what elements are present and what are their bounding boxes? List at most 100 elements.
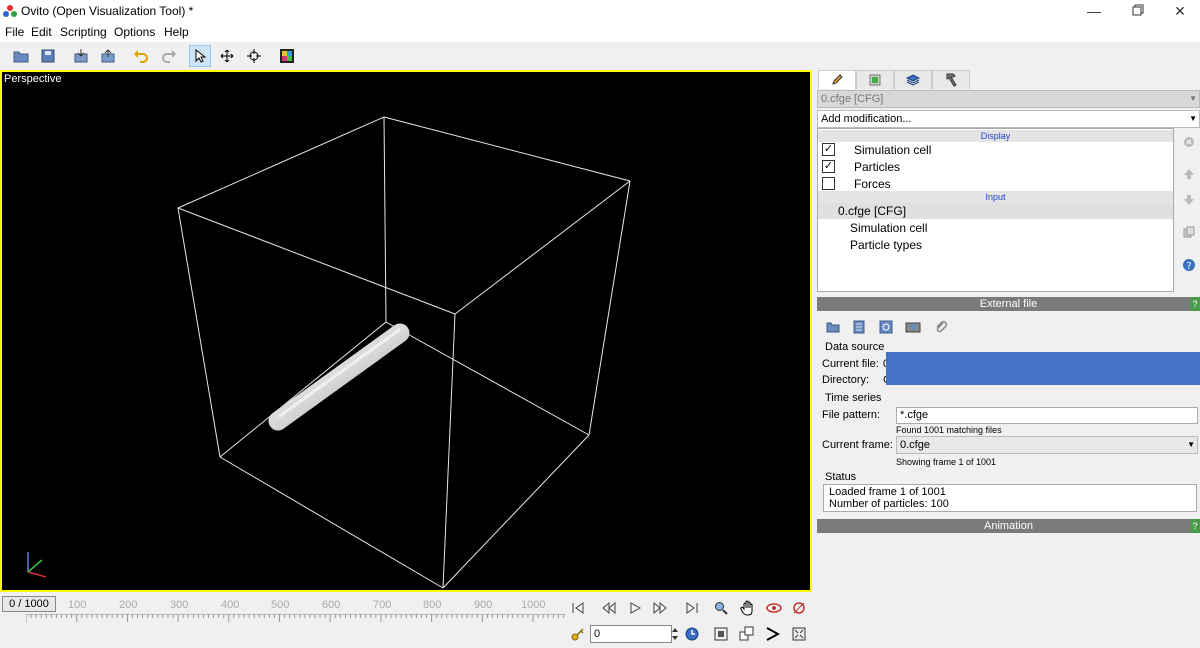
frame-indicator[interactable]: 0 / 1000 [2, 596, 56, 612]
save-button[interactable] [37, 45, 59, 67]
add-modification-dropdown[interactable]: Add modification... ▼ [817, 110, 1200, 128]
crosshair-icon [247, 49, 261, 63]
zoom-button[interactable] [711, 598, 731, 618]
directory-label: Directory: [822, 374, 870, 386]
make-independent-button[interactable] [1180, 223, 1198, 241]
menu-scripting[interactable]: Scripting [60, 25, 107, 39]
rollout-help-button[interactable]: ? [1190, 297, 1200, 311]
orbit-button[interactable] [764, 598, 784, 618]
menu-options[interactable]: Options [114, 25, 155, 39]
current-file-label: Current file: [822, 358, 879, 370]
restore-icon [1132, 4, 1144, 16]
perspective-viewport[interactable]: Perspective [0, 70, 812, 592]
move-mode-button[interactable] [216, 45, 238, 67]
pencil-icon [832, 74, 843, 85]
pipeline-item-simulation-cell[interactable]: Simulation cell [850, 221, 927, 235]
menu-help[interactable]: Help [164, 25, 189, 39]
found-files-text: Found 1001 matching files [896, 425, 1002, 435]
import-icon [74, 49, 88, 63]
redo-button[interactable] [158, 45, 180, 67]
magnifier-icon [715, 602, 728, 615]
simulation-cell-checkbox[interactable]: ✓ [822, 143, 835, 156]
reload-icon [879, 320, 893, 334]
help-button[interactable]: ? [1180, 256, 1198, 274]
hammer-icon [946, 73, 957, 87]
prev-frame-button[interactable] [599, 598, 619, 618]
timeline-tick-label: 800 [423, 599, 442, 611]
pick-remote-file-button[interactable] [848, 316, 870, 338]
menu-file[interactable]: File [5, 25, 24, 39]
pipeline-item-particle-types[interactable]: Particle types [850, 238, 922, 252]
file-pattern-input[interactable]: *.cfge [896, 407, 1198, 424]
status-line-loaded: Loaded frame 1 of 1001 [829, 486, 946, 498]
scan-icon [905, 322, 921, 333]
animation-rollout-header[interactable]: Animation ? [817, 519, 1200, 533]
goto-end-button[interactable] [682, 598, 702, 618]
export-icon [101, 49, 115, 63]
particle-rod [268, 323, 410, 431]
delete-modifier-button[interactable] [1180, 133, 1198, 151]
export-button[interactable] [97, 45, 119, 67]
current-frame-label: Current frame: [822, 439, 893, 451]
frame-spinner-input[interactable]: 0 [590, 625, 672, 643]
open-file-button[interactable] [10, 45, 32, 67]
pick-orbit-center-button[interactable] [789, 598, 809, 618]
redo-icon [162, 50, 176, 63]
folder-open-icon [13, 51, 29, 63]
attach-button[interactable] [930, 316, 952, 338]
folder-icon [826, 322, 840, 333]
animation-settings-button[interactable] [682, 624, 702, 644]
rollout-help-button[interactable]: ? [1190, 519, 1200, 533]
render-button[interactable] [276, 45, 298, 67]
pick-mode-button[interactable] [243, 45, 265, 67]
goto-start-button[interactable] [568, 598, 588, 618]
menu-edit[interactable]: Edit [31, 25, 52, 39]
minimize-button[interactable]: — [1072, 0, 1116, 22]
undo-button[interactable] [130, 45, 152, 67]
tab-modify[interactable] [818, 70, 856, 89]
auto-key-button[interactable] [568, 624, 588, 644]
timeline-tick-label: 700 [373, 599, 392, 611]
play-button[interactable] [625, 598, 645, 618]
fov-button[interactable] [763, 624, 783, 644]
maximize-viewport-button[interactable] [789, 624, 809, 644]
play-icon [630, 602, 641, 614]
pipeline-item-forces-display[interactable]: Forces [854, 177, 891, 191]
import-button[interactable] [70, 45, 92, 67]
tab-render[interactable] [856, 70, 894, 89]
reload-button[interactable] [875, 316, 897, 338]
restore-button[interactable] [1116, 0, 1160, 22]
data-source-group-label: Data source [825, 341, 885, 353]
zoom-scene-extents-button[interactable] [711, 624, 731, 644]
copy-icon [1183, 226, 1195, 238]
pipeline-editor[interactable]: Display ✓ Simulation cell ✓ Particles Fo… [817, 128, 1174, 292]
pipeline-item-input-file[interactable]: 0.cfge [CFG] [838, 204, 906, 218]
current-frame-dropdown[interactable]: 0.cfge ▼ [896, 436, 1198, 454]
zoom-extents-icon [714, 627, 728, 641]
update-time-series-button[interactable] [902, 316, 924, 338]
close-button[interactable]: ✕ [1158, 0, 1200, 22]
pan-button[interactable] [738, 598, 758, 618]
move-down-button[interactable] [1180, 191, 1198, 209]
pipeline-item-simulation-cell-display[interactable]: Simulation cell [854, 143, 931, 157]
time-slider[interactable]: 0 / 1000 100 200 300 400 500 600 700 800… [0, 594, 566, 648]
tab-overlays[interactable] [894, 70, 932, 89]
tab-utilities[interactable] [932, 70, 970, 89]
external-file-rollout-header[interactable]: External file ? [817, 297, 1200, 311]
key-icon [571, 628, 584, 641]
coordinate-tripod-icon [27, 552, 47, 578]
pipeline-selector[interactable]: 0.cfge [CFG] ▼ [817, 90, 1200, 108]
arrow-down-icon [1184, 195, 1194, 205]
field-of-view-icon [766, 627, 780, 641]
spinner-arrows[interactable] [670, 625, 680, 643]
next-frame-button[interactable] [650, 598, 670, 618]
particles-checkbox[interactable]: ✓ [822, 160, 835, 173]
zoom-all-viewports-button[interactable] [737, 624, 757, 644]
arrow-up-icon [1184, 169, 1194, 179]
move-up-button[interactable] [1180, 165, 1198, 183]
selection-mode-button[interactable] [189, 45, 211, 67]
file-pattern-label: File pattern: [822, 409, 881, 421]
pick-local-file-button[interactable] [822, 316, 844, 338]
forces-checkbox[interactable] [822, 177, 835, 190]
pipeline-item-particles-display[interactable]: Particles [854, 160, 900, 174]
